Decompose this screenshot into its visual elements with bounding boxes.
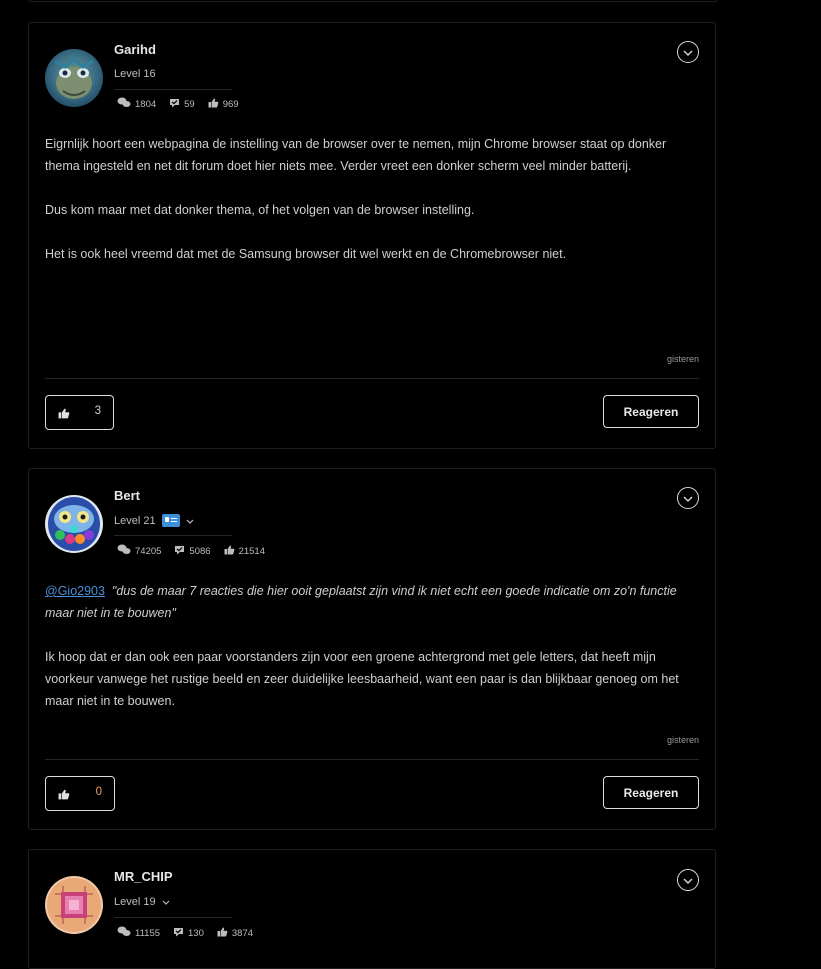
post-paragraph: Eigrnlijk hoort een webpagina de instell… (45, 137, 667, 173)
level-divider (114, 89, 232, 90)
id-badge-icon (161, 514, 180, 527)
thumbs-up-icon (58, 406, 70, 424)
posts-count: 74205 (135, 545, 162, 557)
user-stats: 1804 59 969 (117, 97, 239, 111)
chevron-down-icon[interactable] (186, 515, 194, 527)
like-button[interactable]: 0 (45, 776, 115, 811)
reply-button[interactable]: Reageren (603, 395, 699, 428)
post-quote-paragraph: @Gio2903 "dus de maar 7 reacties die hie… (45, 580, 685, 624)
username[interactable]: Bert (114, 488, 140, 503)
post-footer-divider (45, 759, 699, 760)
level-divider (114, 535, 232, 536)
username[interactable]: MR_CHIP (114, 869, 173, 884)
likes-count: 969 (222, 98, 239, 110)
reply-button[interactable]: Reageren (603, 776, 699, 809)
avatar[interactable] (45, 49, 103, 107)
solutions-count: 5086 (189, 545, 211, 557)
chevron-down-icon (683, 871, 693, 889)
solutions-count: 59 (184, 98, 195, 110)
solutions-icon (174, 545, 185, 558)
post-card: Garihd Level 16 1804 59 969 Eigrnlijk ho… (28, 22, 716, 449)
level-label: Level 16 (114, 68, 156, 80)
likes-icon (208, 98, 219, 111)
post-footer-divider (45, 378, 699, 379)
solutions-icon (173, 927, 184, 940)
chevron-down-icon (683, 43, 693, 61)
posts-count: 11155 (135, 927, 161, 939)
solutions-icon (169, 98, 180, 111)
solutions-count: 130 (188, 927, 204, 939)
post-options-button[interactable] (677, 41, 699, 63)
posts-icon (117, 97, 131, 111)
post-paragraph: Dus kom maar met dat donker thema, of he… (45, 203, 475, 217)
post-options-button[interactable] (677, 869, 699, 891)
previous-post-card-edge (28, 0, 718, 2)
post-body: Eigrnlijk hoort een webpagina de instell… (45, 133, 685, 287)
likes-count: 21514 (238, 545, 265, 557)
user-level: Level 16 (114, 68, 156, 80)
avatar[interactable] (45, 495, 103, 553)
post-timestamp: gisteren (666, 735, 699, 745)
post-timestamp: gisteren (666, 354, 699, 364)
avatar[interactable] (45, 876, 103, 934)
chevron-down-icon (683, 489, 693, 507)
posts-count: 1804 (135, 98, 157, 110)
likes-count: 3874 (231, 927, 254, 939)
quoted-text: "dus de maar 7 reacties die hier ooit ge… (45, 584, 677, 620)
level-divider (114, 917, 232, 918)
post-card: Bert Level 21 74205 5086 21514 @Gio2903 … (28, 468, 716, 830)
posts-icon (117, 544, 131, 558)
post-body: @Gio2903 "dus de maar 7 reacties die hie… (45, 580, 685, 734)
user-level: Level 21 (114, 514, 194, 527)
posts-icon (117, 926, 131, 940)
post-options-button[interactable] (677, 487, 699, 509)
likes-icon (217, 927, 228, 940)
level-label: Level 21 (114, 514, 156, 527)
user-stats: 74205 5086 21514 (117, 544, 265, 558)
post-paragraph: Ik hoop dat er dan ook een paar voorstan… (45, 650, 679, 708)
chevron-down-icon[interactable] (162, 896, 170, 908)
like-button[interactable]: 3 (45, 395, 114, 430)
level-label: Level 19 (114, 896, 156, 908)
post-card: MR_CHIP Level 19 11155 130 3874 (28, 849, 716, 969)
user-stats: 11155 130 3874 (117, 926, 253, 940)
user-level: Level 19 (114, 896, 170, 908)
user-mention-link[interactable]: @Gio2903 (45, 584, 105, 598)
like-count: 0 (95, 786, 102, 798)
post-paragraph: Het is ook heel vreemd dat met de Samsun… (45, 247, 567, 261)
likes-icon (224, 545, 235, 558)
username[interactable]: Garihd (114, 42, 156, 57)
like-count: 3 (94, 405, 101, 417)
thumbs-up-icon (58, 787, 70, 805)
